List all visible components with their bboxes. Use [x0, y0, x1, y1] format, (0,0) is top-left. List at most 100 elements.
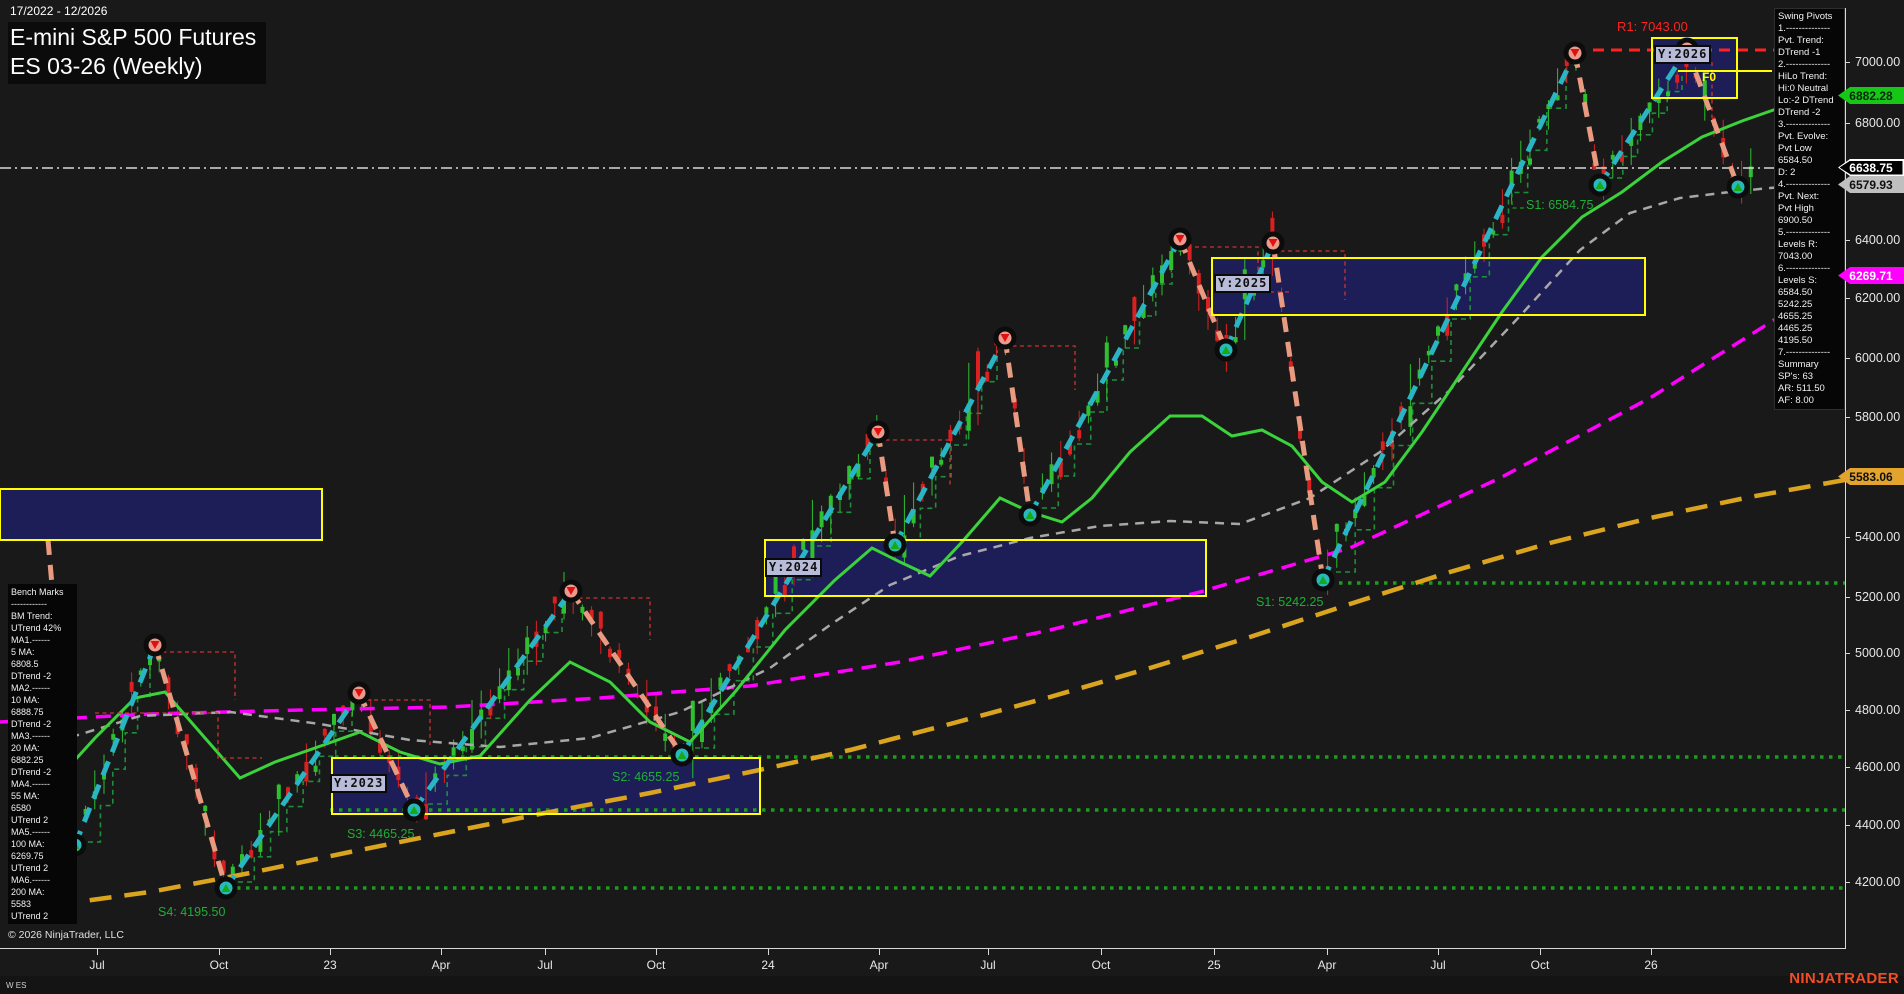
- year-label-chip[interactable]: Y:2024: [765, 558, 823, 577]
- price-axis-label: 6400.00: [1855, 233, 1901, 247]
- price-axis-tick: [1845, 537, 1850, 538]
- bench-marks-line: DTrend -2: [11, 767, 52, 777]
- candle-body: [1500, 214, 1505, 223]
- swing-pivots-line: Levels S:: [1778, 275, 1818, 286]
- year-label-chip[interactable]: Y:2023: [330, 774, 388, 793]
- time-axis-tick: [1438, 949, 1439, 955]
- time-axis-tick: [441, 949, 442, 955]
- time-axis-label: 26: [1644, 958, 1658, 972]
- price-axis-label: 5800.00: [1855, 410, 1901, 424]
- time-axis-label: 25: [1207, 958, 1221, 972]
- candle-body: [580, 606, 585, 613]
- price-tag: 6638.75: [1838, 159, 1904, 176]
- time-axis-tick: [97, 949, 98, 955]
- price-axis-tick: [1845, 358, 1850, 359]
- bench-marks-line: 6269.75: [11, 851, 44, 861]
- candle-body: [663, 733, 668, 741]
- time-axis-tick: [1214, 949, 1215, 955]
- candle-body: [1371, 468, 1376, 478]
- ninjatrader-chart-window: S1: 6584.75 S1: 5242.25 S2: 4655.25 S3: 446…: [0, 0, 1904, 994]
- candle-body: [1169, 251, 1174, 271]
- swing-pivots-line: DTrend -1: [1778, 47, 1821, 58]
- bench-marks-line: 10 MA:: [11, 695, 40, 705]
- price-axis-label: 5200.00: [1855, 590, 1901, 604]
- swing-pivots-line: Pvt. Trend:: [1778, 35, 1824, 46]
- bench-marks-line: 6888.75: [11, 707, 44, 717]
- pivot-measure-line: [1005, 345, 1076, 390]
- price-axis-label: 5000.00: [1855, 646, 1901, 660]
- swing-pivots-line: 1.--------------: [1778, 23, 1831, 34]
- time-axis-label: Jul: [980, 958, 996, 972]
- candle-body: [1509, 170, 1514, 185]
- price-axis-tick: [1845, 710, 1850, 711]
- year-range-box: [1212, 258, 1645, 315]
- price-tag: 6269.71: [1838, 267, 1904, 284]
- price-axis-tick: [1845, 767, 1850, 768]
- bench-marks-line: 5 MA:: [11, 647, 35, 657]
- bench-marks-line: UTrend 2: [11, 815, 49, 825]
- candle-body: [313, 765, 318, 772]
- bench-marks-line: BM Trend:: [11, 611, 53, 621]
- bench-marks-panel: Bench Marks ------------ BM Trend: UTrend 4…: [8, 584, 77, 924]
- bench-marks-line: 200 MA:: [11, 887, 45, 897]
- swing-pivots-line: 6.--------------: [1778, 263, 1831, 274]
- copyright-text: © 2026 NinjaTrader, LLC: [8, 929, 124, 941]
- f0-label: F0: [1702, 70, 1716, 84]
- price-axis-label: 5400.00: [1855, 530, 1901, 544]
- bench-marks-line: 6580: [11, 803, 32, 813]
- bench-marks-line: MA6.------: [11, 875, 50, 885]
- bench-marks-line: DTrend -2: [11, 671, 52, 681]
- price-axis-tick: [1845, 825, 1850, 826]
- price-axis-label: 4800.00: [1855, 703, 1901, 717]
- candle-body: [1086, 405, 1091, 416]
- time-axis-label: Apr: [1317, 958, 1337, 972]
- time-axis-label: Oct: [1530, 958, 1550, 972]
- swing-pivots-line: 2.--------------: [1778, 59, 1831, 70]
- statusbar-symbol[interactable]: W ES: [6, 981, 26, 990]
- candle-body: [1380, 441, 1385, 450]
- bench-marks-line: ------------: [11, 599, 47, 609]
- chart-date-range: 17/2022 - 12/2026: [10, 4, 108, 18]
- candle-body: [332, 713, 336, 725]
- candle-body: [470, 728, 474, 750]
- candle-body: [1233, 337, 1238, 343]
- status-bar: [0, 976, 1904, 994]
- time-axis-tick: [219, 949, 220, 955]
- time-axis-tick: [879, 949, 880, 955]
- year-label-chip[interactable]: Y:2025: [1214, 274, 1272, 293]
- bench-marks-line: MA5.------: [11, 827, 50, 837]
- price-tag: 6882.28: [1838, 87, 1904, 104]
- swing-pivots-line: Pvt Low: [1778, 143, 1812, 154]
- candle-body: [1454, 284, 1459, 291]
- price-axis-tick: [1845, 240, 1850, 241]
- year-label-chip[interactable]: Y:2026: [1654, 45, 1712, 64]
- price-axis-tick: [1845, 597, 1850, 598]
- candle-body: [1666, 92, 1670, 97]
- price-axis-tick: [1845, 123, 1850, 124]
- swing-pivots-line: DTrend -2: [1778, 107, 1821, 118]
- swing-pivots-line: Hi:0 Neutral: [1778, 83, 1829, 94]
- swing-pivots-line: Levels R:: [1778, 239, 1818, 250]
- support-level-label: S1: 6584.75: [1526, 198, 1593, 212]
- candle-body: [782, 585, 787, 597]
- candle-body: [1583, 94, 1588, 103]
- chart-title-line2: ES 03-26 (Weekly): [10, 53, 203, 79]
- year-range-box: [0, 489, 322, 540]
- candle-body: [939, 459, 944, 465]
- candle-body: [930, 456, 934, 468]
- price-chart-canvas[interactable]: S1: 6584.75 S1: 5242.25 S2: 4655.25 S3: 446…: [0, 0, 1845, 948]
- support-level-label: S1: 5242.25: [1256, 595, 1323, 609]
- swing-pivots-line: 4195.50: [1778, 335, 1813, 346]
- swing-down-line: [1002, 337, 1033, 516]
- support-level-label: S2: 4655.25: [612, 770, 679, 784]
- price-axis-tick: [1845, 62, 1850, 63]
- swing-pivots-line: Pvt High: [1778, 203, 1814, 214]
- time-axis-label: Oct: [209, 958, 229, 972]
- price-axis-label: 6000.00: [1855, 351, 1901, 365]
- price-axis[interactable]: 7000.00 6800.00 6400.00 6200.00 6000.00 5800.…: [1838, 0, 1904, 948]
- time-axis-label: Jul: [1430, 958, 1446, 972]
- price-axis-label: 4400.00: [1855, 818, 1901, 832]
- candle-body: [525, 637, 530, 655]
- price-axis-label: 4600.00: [1855, 760, 1901, 774]
- candle-body: [801, 540, 806, 550]
